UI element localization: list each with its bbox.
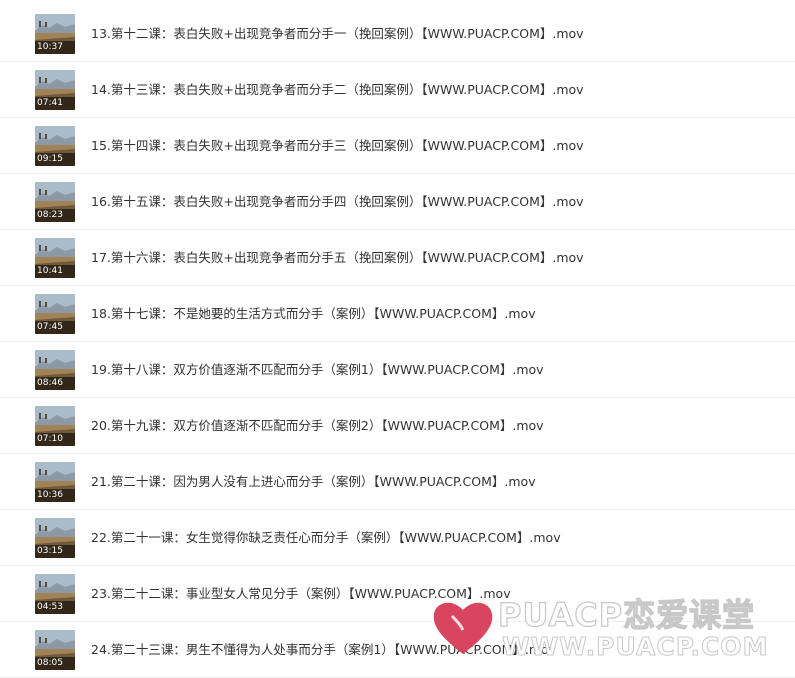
video-thumbnail[interactable]: 08:23 xyxy=(35,182,75,222)
video-thumbnail[interactable]: 04:53 xyxy=(35,574,75,614)
video-thumbnail[interactable]: 07:10 xyxy=(35,406,75,446)
file-name[interactable]: 20.第十九课：双方价值逐渐不匹配而分手（案例2）【WWW.PUACP.COM】… xyxy=(91,398,544,453)
file-name[interactable]: 24.第二十三课：男生不懂得为人处事而分手（案例1）【WWW.PUACP.COM… xyxy=(91,622,556,677)
video-duration: 09:15 xyxy=(35,153,75,166)
video-duration: 08:23 xyxy=(35,209,75,222)
file-row[interactable]: 03:15 22.第二十一课：女生觉得你缺乏责任心而分手（案例）【WWW.PUAC… xyxy=(0,510,795,566)
video-duration: 10:41 xyxy=(35,265,75,278)
file-list: 10:37 13.第十二课：表白失败+出现竞争者而分手一（挽回案例）【WWW.PU… xyxy=(0,0,795,678)
file-name[interactable]: 14.第十三课：表白失败+出现竞争者而分手二（挽回案例）【WWW.PUACP.C… xyxy=(91,62,584,117)
file-row[interactable]: 07:41 14.第十三课：表白失败+出现竞争者而分手二（挽回案例）【WWW.PU… xyxy=(0,62,795,118)
file-name[interactable]: 17.第十六课：表白失败+出现竞争者而分手五（挽回案例）【WWW.PUACP.C… xyxy=(91,230,584,285)
file-row[interactable]: 04:53 23.第二十二课：事业型女人常见分手（案例）【WWW.PUACP.CO… xyxy=(0,566,795,622)
video-duration: 07:10 xyxy=(35,433,75,446)
file-row[interactable]: 07:10 20.第十九课：双方价值逐渐不匹配而分手（案例2）【WWW.PUACP… xyxy=(0,398,795,454)
video-duration: 07:45 xyxy=(35,321,75,334)
file-row[interactable]: 10:41 17.第十六课：表白失败+出现竞争者而分手五（挽回案例）【WWW.PU… xyxy=(0,230,795,286)
video-thumbnail[interactable]: 09:15 xyxy=(35,126,75,166)
video-thumbnail[interactable]: 10:37 xyxy=(35,14,75,54)
file-name[interactable]: 22.第二十一课：女生觉得你缺乏责任心而分手（案例）【WWW.PUACP.COM… xyxy=(91,510,561,565)
video-duration: 10:37 xyxy=(35,41,75,54)
file-row[interactable]: 10:37 13.第十二课：表白失败+出现竞争者而分手一（挽回案例）【WWW.PU… xyxy=(0,6,795,62)
file-name[interactable]: 13.第十二课：表白失败+出现竞争者而分手一（挽回案例）【WWW.PUACP.C… xyxy=(91,6,584,61)
file-name[interactable]: 21.第二十课：因为男人没有上进心而分手（案例）【WWW.PUACP.COM】.… xyxy=(91,454,536,509)
video-thumbnail[interactable]: 07:41 xyxy=(35,70,75,110)
file-name[interactable]: 18.第十七课：不是她要的生活方式而分手（案例）【WWW.PUACP.COM】.… xyxy=(91,286,536,341)
file-row[interactable]: 08:23 16.第十五课：表白失败+出现竞争者而分手四（挽回案例）【WWW.PU… xyxy=(0,174,795,230)
file-name[interactable]: 16.第十五课：表白失败+出现竞争者而分手四（挽回案例）【WWW.PUACP.C… xyxy=(91,174,584,229)
video-duration: 07:41 xyxy=(35,97,75,110)
video-thumbnail[interactable]: 07:45 xyxy=(35,294,75,334)
file-row[interactable]: 08:46 19.第十八课：双方价值逐渐不匹配而分手（案例1）【WWW.PUACP… xyxy=(0,342,795,398)
video-thumbnail[interactable]: 08:05 xyxy=(35,630,75,670)
file-name[interactable]: 23.第二十二课：事业型女人常见分手（案例）【WWW.PUACP.COM】.mo… xyxy=(91,566,511,621)
file-name[interactable]: 19.第十八课：双方价值逐渐不匹配而分手（案例1）【WWW.PUACP.COM】… xyxy=(91,342,544,397)
video-duration: 03:15 xyxy=(35,545,75,558)
file-name[interactable]: 15.第十四课：表白失败+出现竞争者而分手三（挽回案例）【WWW.PUACP.C… xyxy=(91,118,584,173)
video-duration: 08:05 xyxy=(35,657,75,670)
file-row[interactable]: 10:36 21.第二十课：因为男人没有上进心而分手（案例）【WWW.PUACP.… xyxy=(0,454,795,510)
file-row[interactable]: 07:45 18.第十七课：不是她要的生活方式而分手（案例）【WWW.PUACP.… xyxy=(0,286,795,342)
video-duration: 10:36 xyxy=(35,489,75,502)
video-duration: 04:53 xyxy=(35,601,75,614)
video-duration: 08:46 xyxy=(35,377,75,390)
video-thumbnail[interactable]: 03:15 xyxy=(35,518,75,558)
video-thumbnail[interactable]: 10:41 xyxy=(35,238,75,278)
file-row[interactable]: 08:05 24.第二十三课：男生不懂得为人处事而分手（案例1）【WWW.PUAC… xyxy=(0,622,795,678)
file-row[interactable]: 09:15 15.第十四课：表白失败+出现竞争者而分手三（挽回案例）【WWW.PU… xyxy=(0,118,795,174)
video-thumbnail[interactable]: 10:36 xyxy=(35,462,75,502)
video-thumbnail[interactable]: 08:46 xyxy=(35,350,75,390)
